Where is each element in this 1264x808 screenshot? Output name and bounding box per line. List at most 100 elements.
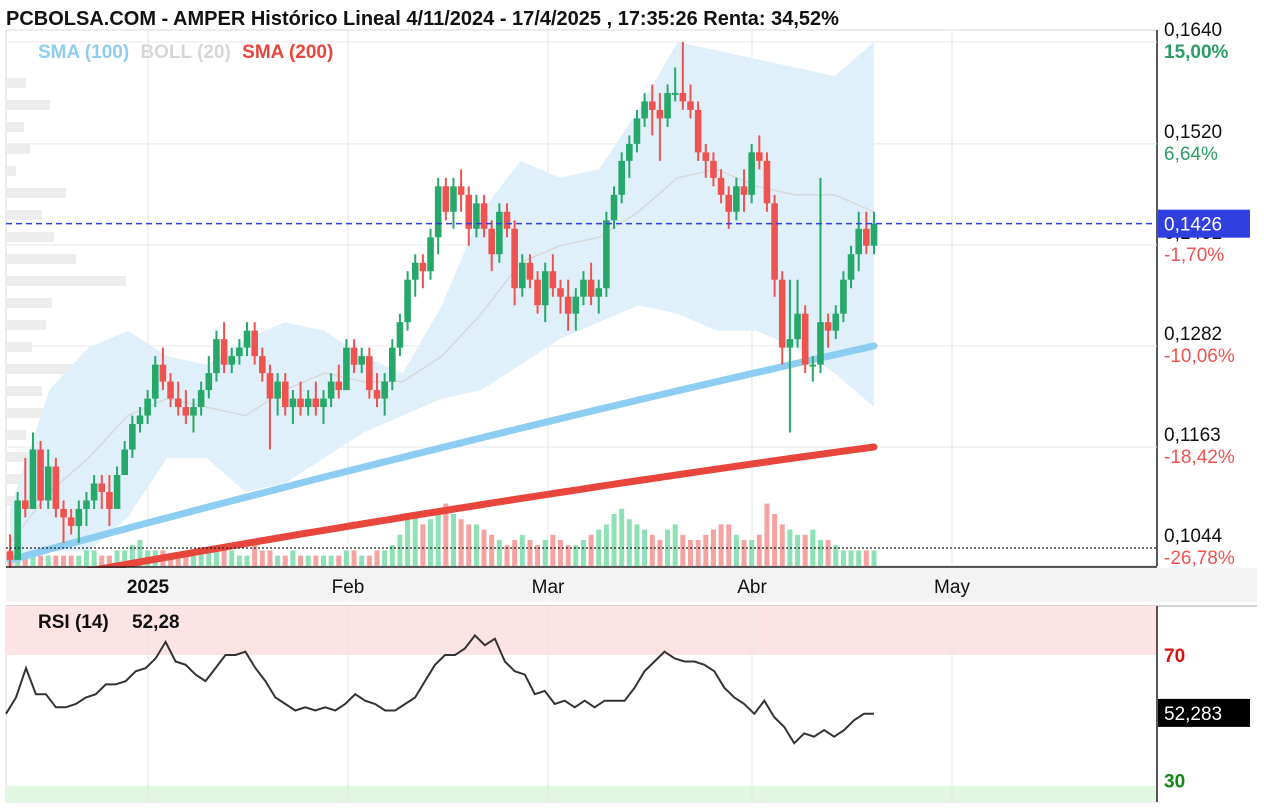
candle-body — [778, 279, 786, 348]
candle-body — [427, 237, 434, 272]
pct-tick-label: -26,78% — [1164, 548, 1235, 569]
candle-body — [679, 92, 687, 102]
candle-body — [113, 474, 121, 509]
candle-body — [794, 313, 801, 340]
candle-body — [304, 398, 312, 408]
candle-body — [259, 356, 266, 374]
candle-body — [457, 186, 465, 195]
volume-bar — [733, 534, 739, 566]
volume-profile-bar — [6, 276, 126, 286]
candle-body — [335, 381, 343, 391]
candle-body — [320, 398, 327, 408]
volume-bar — [99, 555, 105, 566]
volume-bar — [450, 514, 456, 566]
volume-bar — [305, 555, 311, 566]
candle-body — [656, 109, 664, 119]
candle-body — [52, 466, 60, 509]
candle-body — [297, 398, 304, 408]
candle-body — [572, 296, 580, 314]
time-axis-label: 2025 — [127, 577, 170, 598]
candle-body — [366, 356, 373, 391]
volume-profile-bar — [6, 122, 24, 132]
volume-bar — [412, 514, 418, 566]
candle-body — [281, 381, 289, 408]
volume-bar — [466, 524, 472, 566]
volume-bar — [213, 550, 219, 566]
volume-bar — [428, 519, 434, 566]
candle-body — [389, 347, 396, 382]
candle-body — [83, 500, 90, 509]
time-axis-label: Abr — [737, 577, 767, 598]
volume-profile-bar — [6, 342, 32, 352]
candle-body — [434, 186, 442, 238]
candle-body — [824, 322, 832, 331]
volume-bar — [374, 550, 380, 566]
volume-bar — [542, 540, 548, 566]
volume-profile-bar — [6, 298, 52, 308]
volume-bar — [68, 555, 74, 566]
candle-body — [664, 92, 671, 119]
price-tick-label: 0,1282 — [1164, 324, 1222, 345]
rsi-value-axis-label: 52,283 — [1164, 704, 1222, 725]
candle-body — [641, 101, 648, 119]
candle-body — [648, 101, 656, 110]
volume-bar — [53, 555, 59, 566]
volume-bar — [779, 524, 785, 566]
volume-bar — [756, 534, 762, 566]
volume-bar — [580, 540, 586, 566]
candle-body — [44, 466, 52, 501]
volume-bar — [76, 555, 82, 566]
volume-bar — [680, 534, 686, 566]
volume-bar — [626, 519, 632, 566]
candle-body — [557, 288, 564, 297]
volume-bar — [856, 550, 862, 566]
candle-body — [564, 296, 572, 314]
candle-body — [60, 508, 67, 518]
candle-body — [771, 203, 778, 280]
volume-bar — [435, 508, 441, 566]
volume-bar — [382, 550, 388, 566]
volume-bar — [558, 540, 564, 566]
volume-profile-bar — [6, 320, 46, 330]
volume-bar — [38, 555, 44, 566]
volume-bar — [244, 555, 250, 566]
candle-body — [251, 330, 258, 357]
volume-bar — [588, 534, 594, 566]
volume-bar — [863, 550, 869, 566]
candle-body — [541, 271, 549, 306]
rsi-label: RSI (14) — [38, 612, 109, 633]
volume-bar — [795, 534, 801, 566]
volume-bar — [550, 534, 556, 566]
candle-body — [266, 373, 274, 399]
price-chart: 0,164015,00%0,15206,64%0,1401-1,70%0,128… — [5, 20, 1257, 803]
indicator-legend: SMA (100) BOLL (20) SMA (200) — [38, 42, 339, 64]
legend-sma100: SMA (100) — [38, 42, 130, 63]
candle-body — [480, 203, 488, 229]
candle-body — [6, 551, 14, 560]
rsi-level-70: 70 — [1164, 646, 1185, 667]
candle-body — [832, 313, 840, 331]
price-tick-label: 0,1520 — [1164, 122, 1222, 143]
candle-body — [312, 398, 320, 408]
candle-body — [488, 228, 495, 255]
candle-body — [121, 449, 128, 475]
volume-profile-bar — [6, 144, 30, 154]
candle-body — [106, 491, 113, 509]
candle-body — [518, 262, 526, 289]
time-axis-label: May — [934, 577, 970, 598]
volume-profile-bar — [6, 430, 26, 440]
candle-body — [174, 398, 182, 408]
volume-bar — [619, 508, 625, 566]
volume-bar — [489, 534, 495, 566]
candle-body — [763, 160, 771, 204]
volume-bar — [366, 555, 372, 566]
candle-body — [29, 449, 37, 509]
candle-body — [511, 228, 518, 289]
volume-bar — [764, 503, 770, 566]
volume-bar — [282, 555, 288, 566]
volume-bar — [519, 534, 525, 566]
rsi-oversold-zone — [6, 785, 1157, 802]
pct-tick-label: 6,64% — [1164, 144, 1218, 165]
candle-body — [75, 508, 83, 526]
candle-body — [809, 364, 817, 367]
